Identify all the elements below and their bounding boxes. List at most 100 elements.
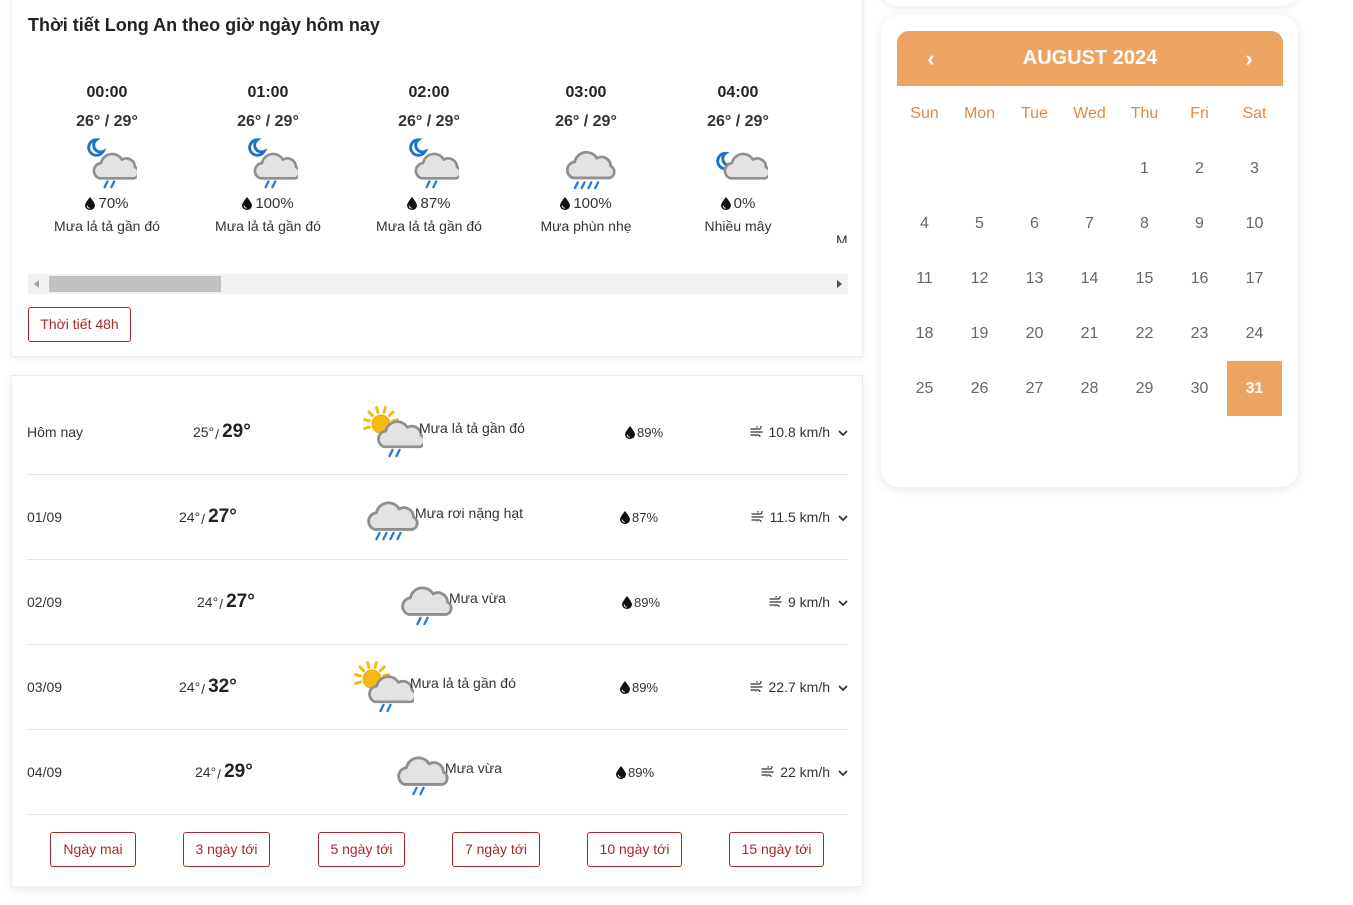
calendar-day[interactable]: 24	[1227, 306, 1282, 361]
scrollbar-thumb[interactable]	[49, 276, 221, 292]
forecast-range-button[interactable]: 3 ngày tới	[183, 832, 270, 867]
daily-row[interactable]: 04/09 24°/29° Mưa vừa 89% 22 km/h	[27, 730, 848, 815]
forecast-range-button[interactable]: 10 ngày tới	[587, 832, 682, 867]
forecast-range-button[interactable]: 15 ngày tới	[729, 832, 824, 867]
calendar-day[interactable]: 19	[952, 306, 1007, 361]
calendar-day[interactable]: 10	[1227, 196, 1282, 251]
hour-time: 03:00	[565, 84, 607, 101]
calendar-day[interactable]: 1	[1117, 141, 1172, 196]
wind-icon	[769, 594, 783, 610]
day-description: Mưa vừa	[445, 760, 502, 776]
raindrop-icon	[622, 596, 632, 612]
calendar-day[interactable]: 28	[1062, 361, 1117, 416]
chevron-down-icon[interactable]	[838, 424, 848, 440]
hourly-item: 02:00 26° / 29° 87% Mưa lả tả gần đó	[359, 83, 499, 236]
chevron-down-icon[interactable]	[838, 509, 848, 525]
day-rain-chance: 87%	[620, 475, 658, 559]
calendar-day[interactable]: 9	[1172, 196, 1227, 251]
forecast-range-button[interactable]: 5 ngày tới	[318, 832, 405, 867]
hour-rain-chance: 0%	[668, 194, 808, 214]
daily-row[interactable]: Hôm nay 25°/29° Mưa lả tả gần đó 89% 10.…	[27, 390, 848, 475]
hour-rain-value: 0%	[733, 195, 756, 212]
scroll-right-arrow-icon[interactable]	[837, 280, 842, 288]
raindrop-icon	[625, 426, 635, 442]
calendar-day[interactable]: 20	[1007, 306, 1062, 361]
chevron-down-icon[interactable]	[838, 679, 848, 695]
raindrop-icon	[242, 196, 253, 216]
calendar-day[interactable]: 17	[1227, 251, 1282, 306]
calendar-widget: ‹ AUGUST 2024 › Sun Mon Tue Wed Thu Fri Sat 12…	[881, 15, 1298, 487]
raindrop-icon	[720, 196, 731, 216]
daily-row[interactable]: 03/09 24°/32° Mưa lả tả gần đó 89% 22.7 …	[27, 645, 848, 730]
calendar-day[interactable]: 11	[897, 251, 952, 306]
sun-cloud-rain-icon	[352, 659, 417, 715]
calendar-day[interactable]: 22	[1117, 306, 1172, 361]
hour-rain-value: 70%	[98, 195, 129, 212]
calendar-month-title: AUGUST 2024	[1022, 47, 1158, 69]
daily-row[interactable]: 02/09 24°/27° Mưa vừa 89% 9 km/h	[27, 560, 848, 645]
calendar-day[interactable]: 26	[952, 361, 1007, 416]
hour-description: Mưa lả tả gần đó	[376, 218, 482, 234]
calendar-day[interactable]: 2	[1172, 141, 1227, 196]
calendar-day[interactable]: 18	[897, 306, 952, 361]
weather-48h-button[interactable]: Thời tiết 48h	[28, 307, 131, 342]
calendar-day[interactable]: 12	[952, 251, 1007, 306]
chevron-down-icon[interactable]	[838, 594, 848, 610]
calendar-day[interactable]: 21	[1062, 306, 1117, 361]
day-weather: Mưa vừa	[391, 560, 506, 644]
temp-low: 25°	[193, 424, 215, 440]
chevron-down-icon[interactable]	[838, 764, 848, 780]
calendar-day[interactable]: 8	[1117, 196, 1172, 251]
calendar-day[interactable]: 4	[897, 196, 952, 251]
hourly-strip[interactable]: 00:00 26° / 29° 70% Mưa lả tả gần đó 01:…	[28, 83, 848, 243]
day-description: Mưa lả tả gần đó	[410, 675, 516, 691]
cloud-drizzle-icon	[556, 136, 616, 192]
day-wind: 9 km/h	[769, 560, 848, 644]
calendar-day[interactable]: 25	[897, 361, 952, 416]
hour-time: 04:00	[717, 84, 759, 101]
hour-description: Nhiều mây	[704, 218, 772, 234]
forecast-range-button[interactable]: Ngày mai	[50, 832, 136, 867]
temp-high: 29°	[222, 421, 251, 442]
hour-rain-chance: 100%	[198, 194, 338, 214]
calendar-day[interactable]: 23	[1172, 306, 1227, 361]
day-temp: 24°/32°	[179, 645, 237, 729]
forecast-range-button[interactable]: 7 ngày tới	[452, 832, 540, 867]
calendar-day[interactable]: 16	[1172, 251, 1227, 306]
scroll-left-arrow-icon[interactable]	[34, 280, 39, 288]
hourly-forecast-card: Thời tiết Long An theo giờ ngày hôm nay …	[11, 0, 863, 357]
day-label: Hôm nay	[27, 424, 84, 440]
temp-low: 24°	[197, 594, 219, 610]
calendar-day[interactable]: 5	[952, 196, 1007, 251]
hour-rain-chance: 70%	[37, 194, 177, 214]
calendar-day[interactable]: 7	[1062, 196, 1117, 251]
hour-time: 00:00	[86, 84, 128, 101]
day-weather: Mưa vừa	[387, 730, 502, 814]
hour-description: M	[836, 232, 848, 243]
calendar-day[interactable]: 15	[1117, 251, 1172, 306]
temp-high: 32°	[208, 676, 237, 697]
wind-icon	[749, 679, 764, 695]
calendar-weekday: Mon	[963, 105, 996, 122]
calendar-day[interactable]: 13	[1007, 251, 1062, 306]
wind-icon	[761, 764, 775, 780]
hour-description: Mưa lả tả gần đó	[54, 218, 160, 234]
calendar-day[interactable]: 6	[1007, 196, 1062, 251]
calendar-day[interactable]: 29	[1117, 361, 1172, 416]
calendar-day-selected[interactable]: 31	[1227, 361, 1282, 416]
daily-row[interactable]: 01/09 24°/27° Mưa rơi nặng hạt 87% 11.5 …	[27, 475, 848, 560]
calendar-day[interactable]: 30	[1172, 361, 1227, 416]
hourly-scrollbar[interactable]	[28, 274, 848, 294]
calendar-day[interactable]: 27	[1007, 361, 1062, 416]
day-wind-value: 22 km/h	[780, 764, 830, 780]
temp-high: 29°	[224, 761, 253, 782]
day-rain-value: 89%	[637, 424, 664, 440]
calendar-day[interactable]: 14	[1062, 251, 1117, 306]
calendar-day[interactable]: 3	[1227, 141, 1282, 196]
day-temp: 24°/27°	[179, 475, 237, 559]
raindrop-icon	[407, 196, 418, 216]
day-wind-value: 9 km/h	[787, 594, 830, 610]
temp-low: 24°	[179, 509, 201, 525]
calendar-weekday: Thu	[1130, 105, 1159, 122]
calendar-next-month-button[interactable]: ›	[1234, 31, 1264, 86]
